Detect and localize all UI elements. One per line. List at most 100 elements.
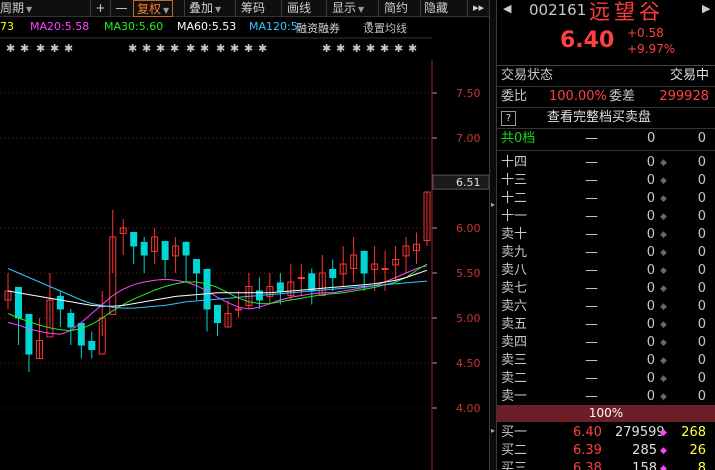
ask-level-row[interactable]: 卖五 — 0 ◆ 0 <box>497 316 715 334</box>
event-marker-icon: ✱ <box>336 42 345 55</box>
event-marker-icon: ✱ <box>244 42 253 55</box>
ask-level-label: 十一 <box>501 209 528 224</box>
total-levels-price: — <box>585 131 598 146</box>
ask-level-vol: 0 <box>646 335 655 350</box>
full-orderbook-button[interactable]: ? 查看完整档买卖盘 <box>497 108 715 129</box>
diamond-icon: ◆ <box>660 284 667 294</box>
toolbar-overlay[interactable]: 叠加 ▼ <box>184 0 221 17</box>
trade-status-value: 交易中 <box>669 68 709 83</box>
event-marker-icon: ✱ <box>322 42 331 55</box>
candle-body <box>56 295 64 310</box>
event-marker-icon: ✱ <box>380 42 389 55</box>
bid-level-orders: 8 <box>697 461 706 470</box>
bid-level-row[interactable]: 买三 6.38 158 ◆ 8 <box>497 460 715 470</box>
toolbar-fuquan[interactable]: 复权 ▼ <box>133 0 174 17</box>
bid-level-row[interactable]: 买二 6.39 285 ◆ 26 <box>497 442 715 460</box>
ask-level-row[interactable]: 卖二 — 0 ◆ 0 <box>497 370 715 388</box>
kline-svg[interactable]: ✱ ✱ ✱ ✱ ✱ ✱ ✱ ✱ ✱ ✱ ✱ ✱ ✱ ✱ ✱ ✱ ✱ ✱ ✱ ✱ ✱ ✱ 7.50 7.00 6.51 6.00 5.… <box>0 0 489 470</box>
toolbar-chips[interactable]: 筹码 <box>235 0 265 17</box>
price-tick-label: 7.50 <box>456 87 481 100</box>
diamond-icon: ◆ <box>660 428 667 438</box>
ask-level-row[interactable]: 卖八 — 0 ◆ 0 <box>497 262 715 280</box>
ask-level-row[interactable]: 卖三 — 0 ◆ 0 <box>497 352 715 370</box>
ask-level-row[interactable]: 十三 — 0 ◆ 0 <box>497 172 715 190</box>
diamond-icon: ◆ <box>660 302 667 312</box>
candle-body <box>234 308 242 311</box>
ask-level-orders: 0 <box>697 209 706 224</box>
caret-right-icon[interactable]: ▸ <box>489 200 497 209</box>
toolbar-hide[interactable]: 隐藏 <box>420 0 448 17</box>
bid-level-label: 买二 <box>501 443 528 458</box>
ask-level-vol: 0 <box>646 191 655 206</box>
ask-level-label: 卖六 <box>501 299 528 314</box>
ask-level-row[interactable]: 卖四 — 0 ◆ 0 <box>497 334 715 352</box>
ask-level-row[interactable]: 十四 — 0 ◆ 0 <box>497 154 715 172</box>
ask-level-price: — <box>585 209 598 224</box>
zoom-out-button[interactable]: — <box>110 0 132 17</box>
ask-level-row[interactable]: 卖六 — 0 ◆ 0 <box>497 298 715 316</box>
quote-panel: ◀ 002161 远望谷 ▶ 6.40 +0.58 +9.97% 交易状态 交易… <box>497 0 715 470</box>
kline-chart[interactable]: ✱ ✱ ✱ ✱ ✱ ✱ ✱ ✱ ✱ ✱ ✱ ✱ ✱ ✱ ✱ ✱ ✱ ✱ ✱ ✱ ✱ ✱ 7.50 7.00 6.51 6.00 5.… <box>0 0 489 470</box>
current-price-label: 6.51 <box>456 176 481 189</box>
stock-name: 远望谷 <box>589 0 664 24</box>
ask-level-row[interactable]: 卖十 — 0 ◆ 0 <box>497 226 715 244</box>
margin-trading-toggle[interactable]: 融资融券 <box>296 20 340 36</box>
candle-body <box>297 277 305 279</box>
ask-level-row[interactable]: 十一 — 0 ◆ 0 <box>497 208 715 226</box>
panel-splitter[interactable] <box>489 0 497 470</box>
diamond-icon: ◆ <box>660 320 667 330</box>
diamond-icon: ◆ <box>660 464 667 470</box>
toolbar-display[interactable]: 显示 ▼ <box>326 0 364 17</box>
event-marker-icon: ✱ <box>394 42 403 55</box>
candle-body <box>381 268 389 270</box>
ask-level-orders: 0 <box>697 227 706 242</box>
ask-level-label: 卖五 <box>501 317 528 332</box>
ma-legend: 73 MA20:5.58 MA30:5.60 MA60:5.53 MA120:5… <box>0 20 489 36</box>
bid-level-price: 6.38 <box>573 461 602 470</box>
ma30-value: MA30:5.60 <box>104 20 164 33</box>
bid-ask-strength-bar: 100% <box>497 405 715 422</box>
event-marker-icon: ✱ <box>128 42 137 55</box>
ask-level-label: 十四 <box>501 155 528 170</box>
ask-level-row[interactable]: 卖一 — 0 ◆ 0 <box>497 388 715 406</box>
price-tick-label: 7.00 <box>456 132 481 145</box>
next-stock-icon[interactable]: ▶ <box>702 2 710 15</box>
diamond-icon: ◆ <box>660 176 667 186</box>
ask-level-price: — <box>585 173 598 188</box>
bid-level-price: 6.40 <box>573 425 602 440</box>
ask-level-orders: 0 <box>697 173 706 188</box>
order-ratio-label: 委比 <box>501 89 528 104</box>
ask-level-row[interactable]: 十二 — 0 ◆ 0 <box>497 190 715 208</box>
diamond-icon: ◆ <box>660 338 667 348</box>
ma10-value: 73 <box>0 20 14 33</box>
ask-level-vol: 0 <box>646 389 655 404</box>
ask-level-price: — <box>585 317 598 332</box>
toolbar-simple[interactable]: 简约 <box>378 0 408 17</box>
event-marker-icon: ✱ <box>352 42 361 55</box>
event-marker-icon: ✱ <box>20 42 29 55</box>
bid-level-price: 6.39 <box>573 443 602 458</box>
ask-level-label: 卖二 <box>501 371 528 386</box>
double-chevron-right-icon[interactable]: ▸▸ <box>467 0 489 17</box>
ask-level-label: 卖一 <box>501 389 528 404</box>
ask-level-price: — <box>585 353 598 368</box>
event-marker-icon: ✱ <box>36 42 45 55</box>
zoom-in-button[interactable]: + <box>90 0 110 17</box>
bid-level-row[interactable]: 买一 6.40 279599 ◆ 268 <box>497 424 715 442</box>
toolbar-period[interactable]: 周期 ▼ <box>0 0 32 17</box>
ask-level-orders: 0 <box>697 191 706 206</box>
ask-level-row[interactable]: 卖九 — 0 ◆ 0 <box>497 244 715 262</box>
prev-stock-icon[interactable]: ◀ <box>503 2 511 15</box>
ask-level-orders: 0 <box>697 281 706 296</box>
toolbar-overlay-label: 叠加 <box>189 1 214 15</box>
caret-right-icon[interactable]: ▸ <box>489 426 497 435</box>
price-change-pct: +9.97% <box>627 42 676 56</box>
candle-body <box>25 313 33 355</box>
chevron-down-icon: ▼ <box>366 20 373 29</box>
diamond-icon: ◆ <box>660 374 667 384</box>
ask-level-row[interactable]: 卖七 — 0 ◆ 0 <box>497 280 715 298</box>
candle-body <box>130 232 138 247</box>
toolbar-draw[interactable]: 画线 <box>281 0 311 17</box>
ask-level-vol: 0 <box>646 155 655 170</box>
ask-level-label: 卖四 <box>501 335 528 350</box>
